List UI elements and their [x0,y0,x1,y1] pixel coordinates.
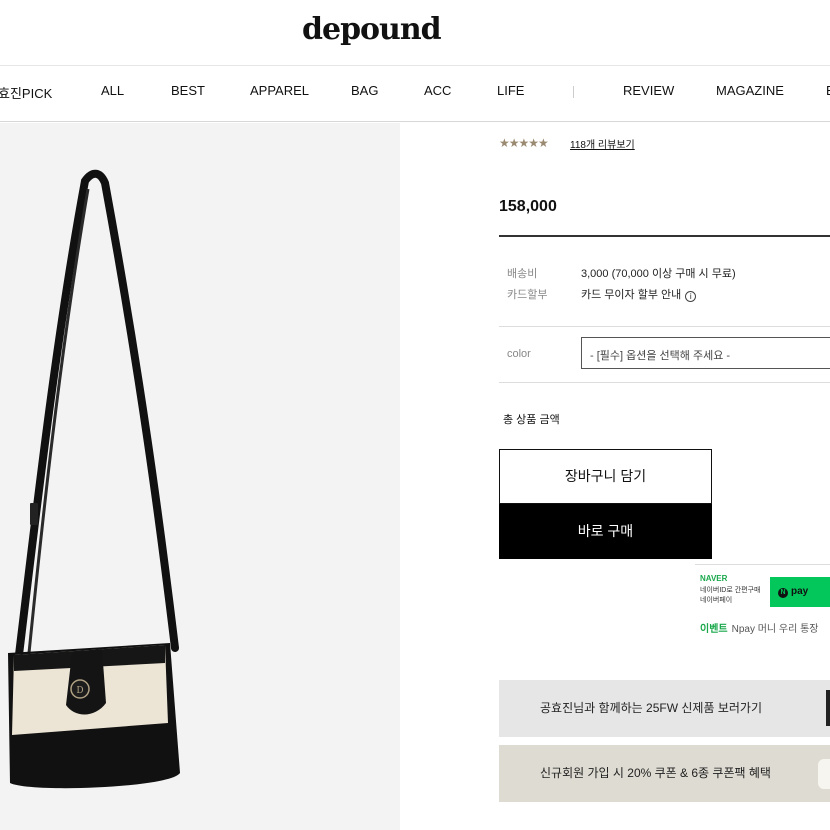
nav-divider [573,86,574,98]
npay-event[interactable]: 이벤트 Npay 머니 우리 통장 [700,620,819,635]
main-nav: 효진PICK ALL BEST APPAREL BAG ACC LIFE REV… [0,66,830,122]
price-divider [499,235,830,237]
card-label: 카드할부 [507,289,548,301]
product-price: 158,000 [499,198,557,215]
nav-item-pick[interactable]: 효진PICK [0,83,52,102]
svg-text:D: D [76,686,83,696]
card-value: 카드 무이자 할부 안내 i [581,286,697,302]
banner-edge [818,759,830,789]
banner-text: 신규회원 가입 시 20% 쿠폰 & 6종 쿠폰팩 혜택 [540,766,771,780]
options-divider-bottom [499,382,830,383]
color-option-select[interactable]: - [필수] 옵션을 선택해 주세요 - [581,337,830,369]
npay-event-tag: 이벤트 [700,624,728,635]
naver-subtitle: 네이버ID로 간편구매 [700,587,761,594]
npay-button-label: pay [791,586,809,597]
npay-event-text: Npay 머니 우리 통장 [731,624,819,635]
promo-banner-coupon[interactable]: 신규회원 가입 시 20% 쿠폰 & 6종 쿠폰팩 혜택 [499,745,830,802]
npay-icon: N [778,588,788,598]
options-divider-top [499,326,830,327]
nav-item-review[interactable]: REVIEW [623,83,674,98]
shipping-label: 배송비 [507,268,538,280]
site-header: depound [0,0,830,66]
nav-item-b[interactable]: B [826,83,830,98]
banner-text: 공효진님과 함께하는 25FW 신제품 보러가기 [540,701,762,715]
card-value-text: 카드 무이자 할부 안내 [581,289,682,301]
banner-edge [826,690,830,726]
add-to-cart-button[interactable]: 장바구니 담기 [499,449,712,504]
total-price-label: 총 상품 금액 [503,414,560,426]
nav-item-bag[interactable]: BAG [351,83,378,98]
promo-banner-25fw[interactable]: 공효진님과 함께하는 25FW 신제품 보러가기 [499,680,830,737]
review-link[interactable]: 118개 리뷰보기 [570,136,635,151]
bag-illustration: D [0,123,400,830]
npay-button[interactable]: Npay [770,577,830,607]
nav-item-magazine[interactable]: MAGAZINE [716,83,784,98]
nav-item-apparel[interactable]: APPAREL [250,83,309,98]
naver-brand: NAVER [700,574,728,583]
naver-subtitle-2: 네이버페이 [700,597,733,604]
option-label: color [507,348,531,360]
rating-stars: ★★★★★ [499,136,549,150]
brand-logo[interactable]: depound [302,12,442,47]
product-image[interactable]: D [0,123,400,830]
nav-item-all[interactable]: ALL [101,83,124,98]
info-icon[interactable]: i [685,291,697,302]
npay-box: NAVER 네이버ID로 간편구매 네이버페이 Npay [695,564,830,612]
nav-item-best[interactable]: BEST [171,83,205,98]
shipping-value: 3,000 (70,000 이상 구매 시 무료) [581,268,736,280]
nav-item-acc[interactable]: ACC [424,83,451,98]
buy-now-button[interactable]: 바로 구매 [499,504,712,559]
nav-item-life[interactable]: LIFE [497,83,524,98]
